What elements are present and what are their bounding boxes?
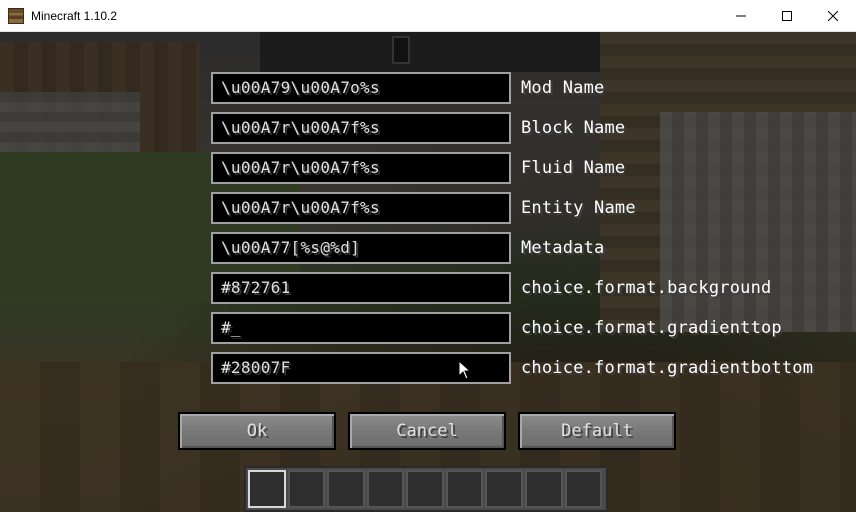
config-row-gradienttop: #_ choice.format.gradienttop: [211, 310, 782, 346]
mod-name-label: Mod Name: [521, 78, 605, 98]
window-title: Minecraft 1.10.2: [31, 8, 118, 23]
config-row-metadata: \u00A77[%s@%d] Metadata: [211, 230, 604, 266]
config-row-mod-name: \u00A79\u00A7o%s Mod Name: [211, 70, 604, 106]
hotbar-slot[interactable]: [248, 470, 286, 508]
background-color-field[interactable]: #872761: [211, 272, 511, 304]
minimize-icon: [736, 15, 746, 16]
entity-name-label: Entity Name: [521, 198, 636, 218]
hotbar-slot[interactable]: [287, 470, 326, 508]
hotbar-slot[interactable]: [524, 470, 563, 508]
config-row-background: #872761 choice.format.background: [211, 270, 771, 306]
fluid-name-field[interactable]: \u00A7r\u00A7f%s: [211, 152, 511, 184]
window-titlebar: Minecraft 1.10.2: [0, 0, 856, 32]
default-button[interactable]: Default: [518, 412, 676, 450]
config-row-fluid-name: \u00A7r\u00A7f%s Fluid Name: [211, 150, 625, 186]
close-button[interactable]: [810, 0, 856, 31]
minecraft-block-icon: [8, 7, 24, 24]
close-icon: [828, 10, 838, 21]
config-row-block-name: \u00A7r\u00A7f%s Block Name: [211, 110, 625, 146]
maximize-button[interactable]: [764, 0, 810, 31]
background-ceiling: [260, 32, 600, 72]
entity-name-field[interactable]: \u00A7r\u00A7f%s: [211, 192, 511, 224]
block-name-label: Block Name: [521, 118, 626, 138]
hotbar-slot[interactable]: [445, 470, 484, 508]
hotbar-slot[interactable]: [406, 470, 444, 508]
mouse-pointer-icon: [458, 360, 472, 380]
gradientbottom-label: choice.format.gradientbottom: [521, 358, 814, 378]
hotbar-slot[interactable]: [366, 470, 405, 508]
hotbar: [244, 466, 608, 512]
ok-button[interactable]: Ok: [178, 412, 336, 450]
metadata-field[interactable]: \u00A77[%s@%d]: [211, 232, 511, 264]
gradienttop-label: choice.format.gradienttop: [521, 318, 782, 338]
cancel-button[interactable]: Cancel: [348, 412, 506, 450]
metadata-label: Metadata: [521, 238, 605, 258]
config-row-entity-name: \u00A7r\u00A7f%s Entity Name: [211, 190, 636, 226]
fluid-name-label: Fluid Name: [521, 158, 626, 178]
mod-name-field[interactable]: \u00A79\u00A7o%s: [211, 72, 511, 104]
hotbar-slot[interactable]: [327, 470, 365, 508]
config-row-gradientbottom: #28007F choice.format.gradientbottom: [211, 350, 813, 386]
maximize-icon: [782, 10, 792, 21]
gradienttop-field[interactable]: #_: [211, 312, 511, 344]
hotbar-slot[interactable]: [564, 470, 603, 508]
background-lantern: [392, 36, 410, 64]
block-name-field[interactable]: \u00A7r\u00A7f%s: [211, 112, 511, 144]
hotbar-slot[interactable]: [485, 470, 523, 508]
minimize-button[interactable]: [718, 0, 764, 31]
game-viewport: \u00A79\u00A7o%s Mod Name \u00A7r\u00A7f…: [0, 32, 856, 512]
background-color-label: choice.format.background: [521, 278, 772, 298]
